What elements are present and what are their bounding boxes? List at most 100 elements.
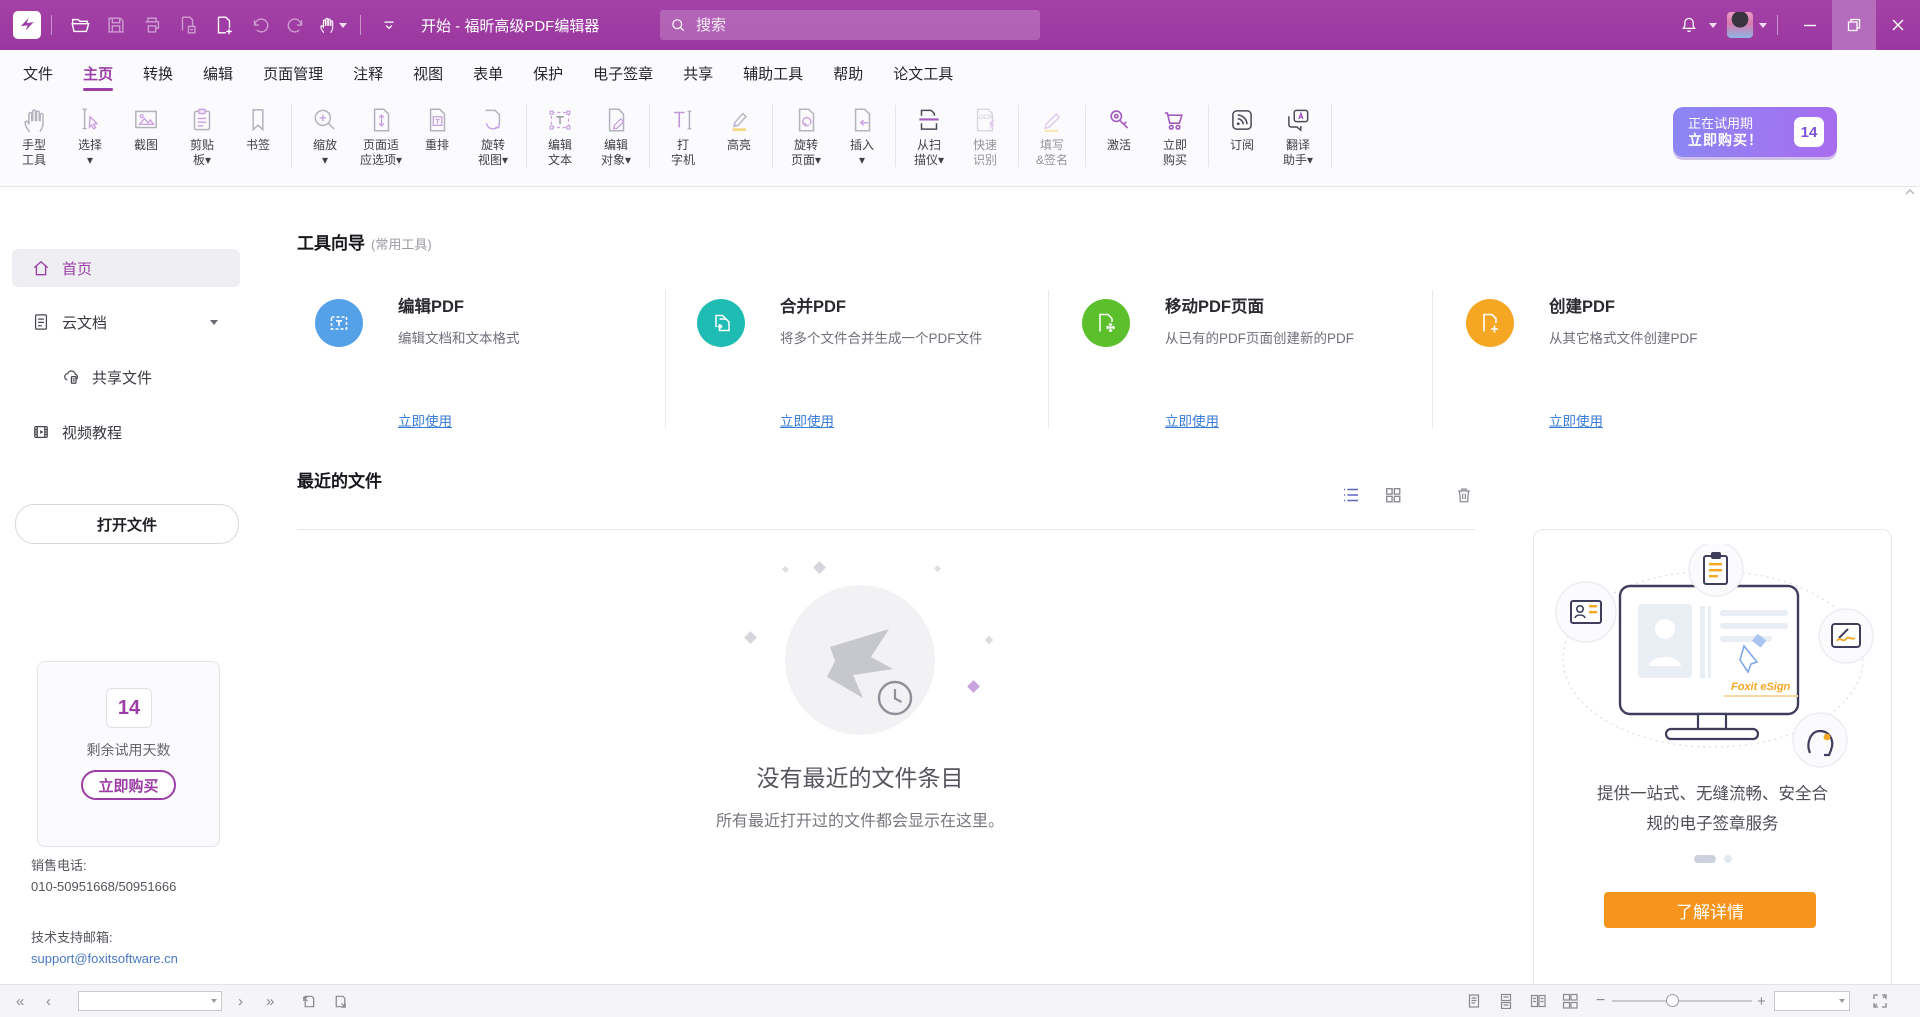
ribbon-tool-zoom[interactable]: 缩放 ▾ xyxy=(297,96,353,168)
card-link-create-pdf[interactable]: 立即使用 xyxy=(1549,410,1603,430)
tab-home[interactable]: 主页 xyxy=(68,50,128,96)
tab-edit[interactable]: 编辑 xyxy=(188,50,248,96)
ribbon-tool-typewriter[interactable]: 打 字机 xyxy=(655,96,711,168)
restore-button[interactable] xyxy=(1832,0,1876,50)
last-page-button[interactable]: » xyxy=(266,985,274,1017)
ribbon-tool-buy-now[interactable]: 立即 购买 xyxy=(1147,96,1203,168)
ribbon-tool-edit-text[interactable]: 编辑 文本 xyxy=(532,96,588,168)
learn-more-button[interactable]: 了解详情 xyxy=(1604,892,1816,928)
user-avatar[interactable] xyxy=(1727,12,1753,38)
buy-now-button[interactable]: 立即购买 xyxy=(81,770,176,800)
save-icon[interactable] xyxy=(98,7,134,43)
carousel-dot[interactable] xyxy=(1724,855,1732,863)
first-page-button[interactable]: « xyxy=(16,985,24,1017)
ribbon-tool-clipboard[interactable]: 剪贴 板▾ xyxy=(174,96,230,168)
sidebar-item-shared-files[interactable]: 共享文件 xyxy=(12,358,240,396)
carousel-dot-active[interactable] xyxy=(1694,855,1716,863)
ribbon-tool-subscribe[interactable]: 订阅 xyxy=(1214,96,1270,153)
zoom-percentage-input[interactable] xyxy=(1774,991,1850,1011)
hand-tool-quick-icon[interactable] xyxy=(314,7,350,43)
trial-remaining-card: 14 剩余试用天数 立即购买 xyxy=(37,661,220,847)
subscribe-icon xyxy=(1227,105,1257,135)
previous-view-button[interactable] xyxy=(300,985,317,1017)
single-page-view-button[interactable] xyxy=(1466,985,1482,1017)
minimize-button[interactable] xyxy=(1788,0,1832,50)
tab-page-organize[interactable]: 页面管理 xyxy=(248,50,338,96)
undo-icon[interactable] xyxy=(242,7,278,43)
ribbon-tool-quick-ocr[interactable]: OCR 快速 识别 xyxy=(957,96,1013,168)
ribbon-tool-hand[interactable]: 手型 工具 xyxy=(6,96,62,168)
redo-icon[interactable] xyxy=(278,7,314,43)
tab-comment[interactable]: 注释 xyxy=(338,50,398,96)
trial-period-badge[interactable]: 正在试用期 立即购买！ 14 xyxy=(1673,107,1837,157)
tab-view[interactable]: 视图 xyxy=(398,50,458,96)
tab-file[interactable]: 文件 xyxy=(8,50,68,96)
clear-recent-trash-button[interactable] xyxy=(1452,483,1476,507)
zoom-slider-track[interactable] xyxy=(1612,1000,1752,1002)
ribbon-tool-translate[interactable]: 翻译 助手▾ xyxy=(1270,96,1326,168)
close-button[interactable] xyxy=(1876,0,1920,50)
card-title-create-pdf: 创建PDF xyxy=(1549,293,1615,317)
search-bar[interactable] xyxy=(660,10,1040,40)
list-view-button[interactable] xyxy=(1339,483,1363,507)
new-document-icon[interactable] xyxy=(206,7,242,43)
ribbon-tool-from-scanner[interactable]: 从扫 描仪▾ xyxy=(901,96,957,168)
support-email-label: 技术支持邮箱: xyxy=(31,927,113,946)
card-link-edit-pdf[interactable]: 立即使用 xyxy=(398,410,452,430)
ribbon-tool-rotate-view[interactable]: 旋转 视图▾ xyxy=(465,96,521,168)
notifications-caret-icon[interactable] xyxy=(1709,23,1717,28)
ribbon-tool-rotate-pages[interactable]: 旋转 页面▾ xyxy=(778,96,834,168)
tab-form[interactable]: 表单 xyxy=(458,50,518,96)
facing-continuous-view-button[interactable] xyxy=(1562,985,1578,1017)
ribbon-tool-select[interactable]: 选择 ▾ xyxy=(62,96,118,168)
zoom-in-button[interactable]: + xyxy=(1757,985,1766,1017)
ribbon-tool-fill-sign[interactable]: 填写 &签名 xyxy=(1024,96,1080,168)
ribbon-tool-highlight[interactable]: 高亮 xyxy=(711,96,767,153)
open-file-icon[interactable] xyxy=(62,7,98,43)
ribbon-tool-edit-object[interactable]: 编辑 对象▾ xyxy=(588,96,644,168)
page-number-caret-icon[interactable] xyxy=(211,999,217,1003)
ribbon-tool-bookmark[interactable]: 书签 xyxy=(230,96,286,153)
previous-page-button[interactable]: ‹ xyxy=(46,985,51,1017)
notifications-bell-icon[interactable] xyxy=(1671,7,1707,43)
open-file-button[interactable]: 打开文件 xyxy=(15,504,239,544)
tab-accessibility[interactable]: 辅助工具 xyxy=(728,50,818,96)
fullscreen-button[interactable] xyxy=(1872,985,1888,1017)
scroll-up-icon[interactable] xyxy=(1904,187,1916,197)
ribbon-tool-snapshot[interactable]: 截图 xyxy=(118,96,174,153)
card-link-merge-pdf[interactable]: 立即使用 xyxy=(780,410,834,430)
zoom-slider-handle[interactable] xyxy=(1666,994,1679,1007)
promo-text-line1: 提供一站式、无缝流畅、安全合 xyxy=(1534,780,1891,804)
tab-share[interactable]: 共享 xyxy=(668,50,728,96)
zoom-out-button[interactable]: − xyxy=(1596,985,1605,1017)
card-link-move-pdf[interactable]: 立即使用 xyxy=(1165,410,1219,430)
tab-esign[interactable]: 电子签章 xyxy=(578,50,668,96)
cloud-docs-caret-icon[interactable] xyxy=(210,320,218,325)
search-input[interactable] xyxy=(694,16,1030,35)
page-number-input[interactable] xyxy=(78,991,222,1011)
sidebar-item-video-tutorials[interactable]: 视频教程 xyxy=(12,413,240,451)
ribbon-tool-reflow[interactable]: 重排 xyxy=(409,96,465,153)
tab-thesis-tools[interactable]: 论文工具 xyxy=(878,50,968,96)
account-caret-icon[interactable] xyxy=(1759,23,1767,28)
ribbon-tool-fit-options[interactable]: 页面适 应选项▾ xyxy=(353,96,409,168)
card-title-move-pdf: 移动PDF页面 xyxy=(1165,293,1264,317)
sidebar-item-home[interactable]: 首页 xyxy=(12,249,240,287)
tab-help[interactable]: 帮助 xyxy=(818,50,878,96)
next-page-button[interactable]: › xyxy=(238,985,243,1017)
tab-convert[interactable]: 转换 xyxy=(128,50,188,96)
tab-protect[interactable]: 保护 xyxy=(518,50,578,96)
sales-phone-number: 010-50951668/50951666 xyxy=(31,879,176,894)
next-view-button[interactable] xyxy=(332,985,349,1017)
zoom-caret-icon[interactable] xyxy=(1839,999,1845,1003)
grid-view-button[interactable] xyxy=(1381,483,1405,507)
sidebar-item-cloud-docs[interactable]: 云文档 xyxy=(12,303,240,341)
continuous-view-button[interactable] xyxy=(1498,985,1514,1017)
facing-view-button[interactable] xyxy=(1530,985,1546,1017)
support-email-link[interactable]: support@foxitsoftware.cn xyxy=(31,951,178,966)
collapse-ribbon-icon[interactable] xyxy=(371,7,407,43)
export-page-icon[interactable] xyxy=(170,7,206,43)
ribbon-tool-insert[interactable]: 插入 ▾ xyxy=(834,96,890,168)
ribbon-tool-activate[interactable]: 激活 xyxy=(1091,96,1147,153)
print-icon[interactable] xyxy=(134,7,170,43)
